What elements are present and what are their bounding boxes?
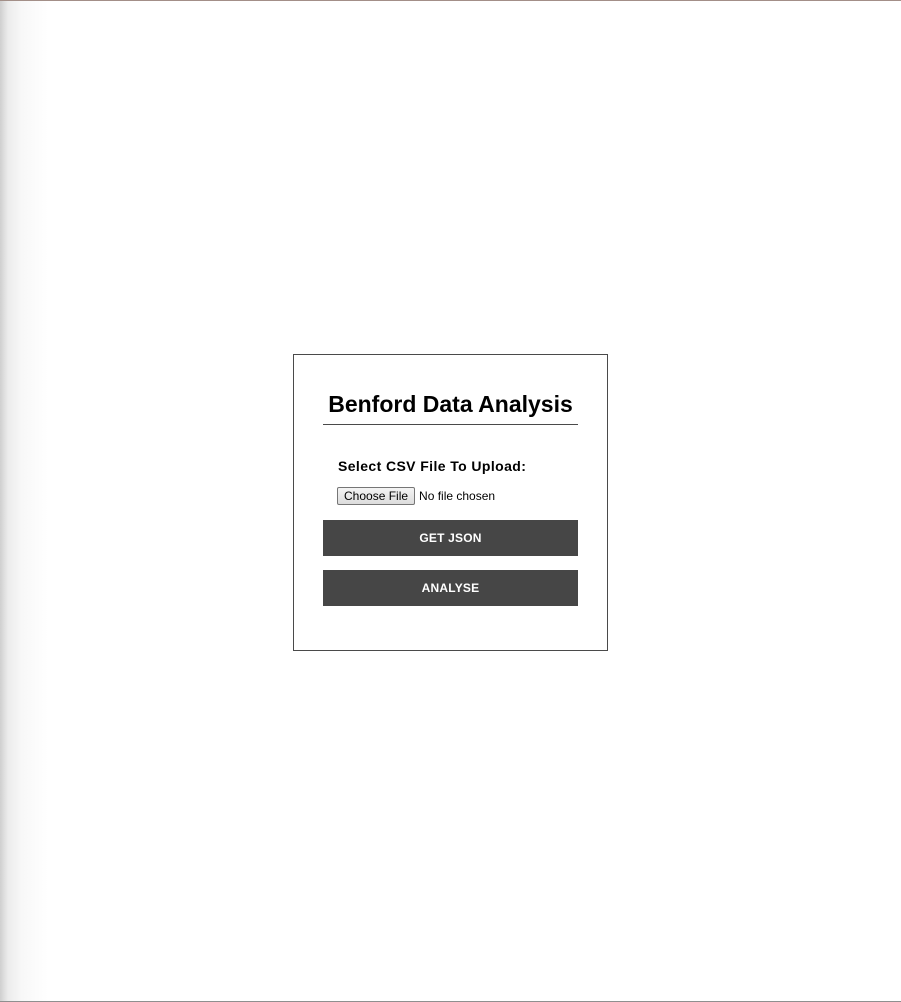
page-title: Benford Data Analysis <box>328 391 573 417</box>
browser-viewport: Benford Data Analysis Select CSV File To… <box>0 0 901 1002</box>
analyse-button[interactable]: ANALYSE <box>323 570 578 606</box>
choose-file-button[interactable]: Choose File <box>337 487 416 505</box>
title-divider <box>323 424 578 425</box>
get-json-button[interactable]: GET JSON <box>323 520 578 556</box>
file-input-row: Choose File No file chosen <box>337 487 495 505</box>
csv-upload-label: Select CSV File To Upload: <box>338 458 527 474</box>
file-status-text: No file chosen <box>419 489 496 503</box>
upload-card: Benford Data Analysis Select CSV File To… <box>293 354 608 651</box>
